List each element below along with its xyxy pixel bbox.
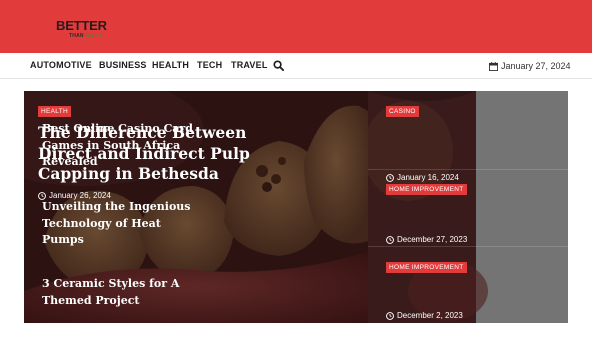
clock-icon (386, 173, 394, 182)
side-post-title[interactable]: Unveiling the Ingenious Technology of He… (42, 199, 202, 249)
side-post-date: January 16, 2024 (386, 173, 459, 182)
nav-item-automotive[interactable]: AUTOMOTIVE (30, 60, 92, 70)
category-tag[interactable]: HOME IMPROVEMENT (386, 262, 467, 273)
logo-tagline: THAN RIGHT (69, 33, 102, 39)
nav-item-tech[interactable]: TECH (197, 60, 222, 70)
featured-section: HEALTH The Difference Between Direct and… (24, 91, 568, 323)
side-post-title[interactable]: Best Online Casino Card Games in South A… (42, 121, 202, 171)
nav-item-travel[interactable]: TRAVEL (231, 60, 268, 70)
side-post-date: December 27, 2023 (386, 235, 467, 244)
category-tag[interactable]: CASINO (386, 106, 419, 117)
nav-item-business[interactable]: BUSINESS (99, 60, 147, 70)
site-header: BETTER THAN RIGHT (0, 0, 592, 53)
side-posts-background (368, 91, 568, 323)
header-date: January 27, 2024 (489, 60, 571, 72)
site-logo[interactable]: BETTER THAN RIGHT (55, 14, 119, 40)
logo-text: BETTER (56, 18, 107, 33)
current-date: January 27, 2024 (501, 61, 571, 71)
category-tag[interactable]: HEALTH (38, 106, 71, 117)
clock-icon (386, 235, 394, 244)
clock-icon (386, 311, 394, 320)
calendar-icon (489, 61, 498, 71)
main-nav: AUTOMOTIVE BUSINESS HEALTH TECH TRAVEL J… (0, 53, 592, 79)
divider (368, 169, 568, 170)
divider (368, 246, 568, 247)
nav-item-health[interactable]: HEALTH (152, 60, 189, 70)
search-icon[interactable] (273, 60, 284, 71)
side-post-date: December 2, 2023 (386, 311, 463, 320)
side-post-title[interactable]: 3 Ceramic Styles for A Themed Project (42, 276, 202, 309)
category-tag[interactable]: HOME IMPROVEMENT (386, 184, 467, 195)
